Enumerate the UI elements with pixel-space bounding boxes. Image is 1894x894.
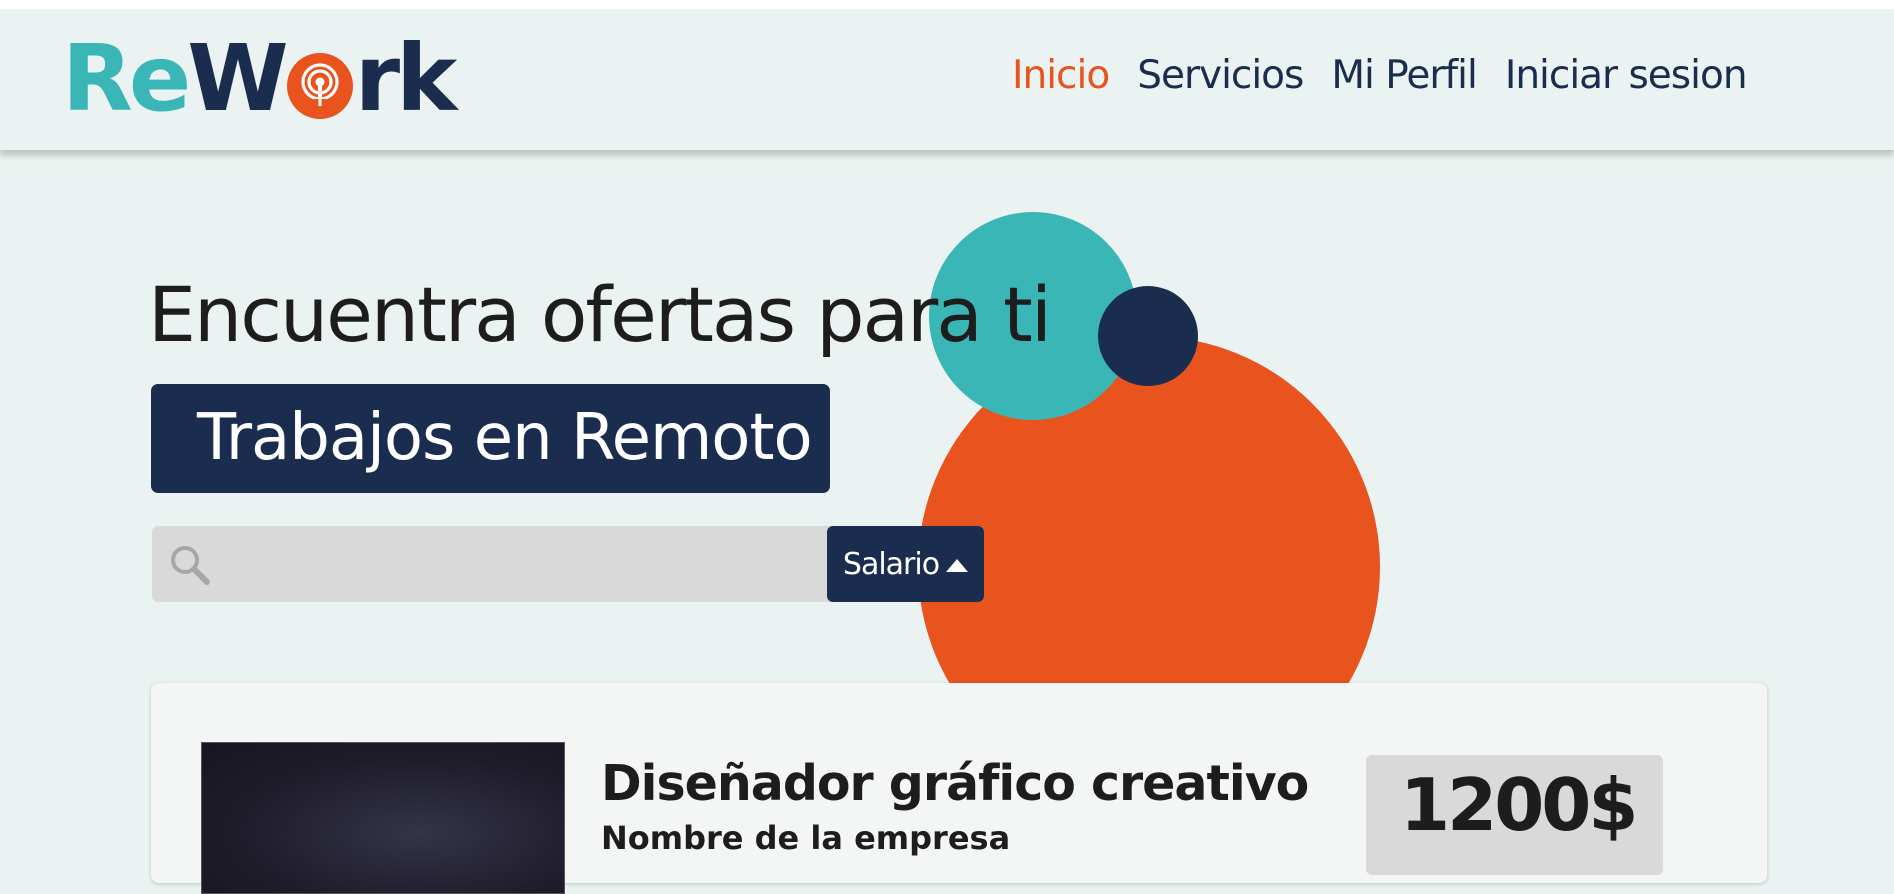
job-card[interactable]: Diseñador gráfico creativo Nombre de la … <box>151 683 1767 894</box>
salary-filter-label: Salario <box>842 546 940 582</box>
logo[interactable]: Re W rk <box>62 25 458 132</box>
hero-title: Encuentra ofertas para ti <box>148 270 1052 359</box>
logo-text-w: W <box>187 25 289 132</box>
search-input[interactable] <box>222 526 766 604</box>
navbar: Re W rk Inicio Servicios Mi Perfil Inici… <box>0 9 1894 150</box>
nav-link-mi-perfil[interactable]: Mi Perfil <box>1331 53 1477 98</box>
nav-link-servicios[interactable]: Servicios <box>1137 53 1304 98</box>
search-bar: Salario <box>152 526 984 604</box>
nav-link-iniciar-sesion[interactable]: Iniciar sesion <box>1505 53 1748 98</box>
job-title: Diseñador gráfico creativo <box>601 755 1309 812</box>
decor-navy-circle <box>1098 286 1198 386</box>
job-salary: 1200$ <box>1366 755 1663 875</box>
hero-badge: Trabajos en Remoto <box>151 384 830 493</box>
broadcast-icon <box>286 53 353 119</box>
logo-text-rk: rk <box>354 25 458 132</box>
job-company: Nombre de la empresa <box>601 819 1011 857</box>
logo-text-re: Re <box>62 25 191 132</box>
search-icon <box>168 543 212 591</box>
top-strip <box>0 0 1894 9</box>
job-image <box>201 742 565 894</box>
nav-link-inicio[interactable]: Inicio <box>1012 53 1110 98</box>
caret-up-icon <box>946 558 969 572</box>
main-nav: Inicio Servicios Mi Perfil Iniciar sesio… <box>1012 53 1748 98</box>
salary-filter-button[interactable]: Salario <box>827 526 984 602</box>
